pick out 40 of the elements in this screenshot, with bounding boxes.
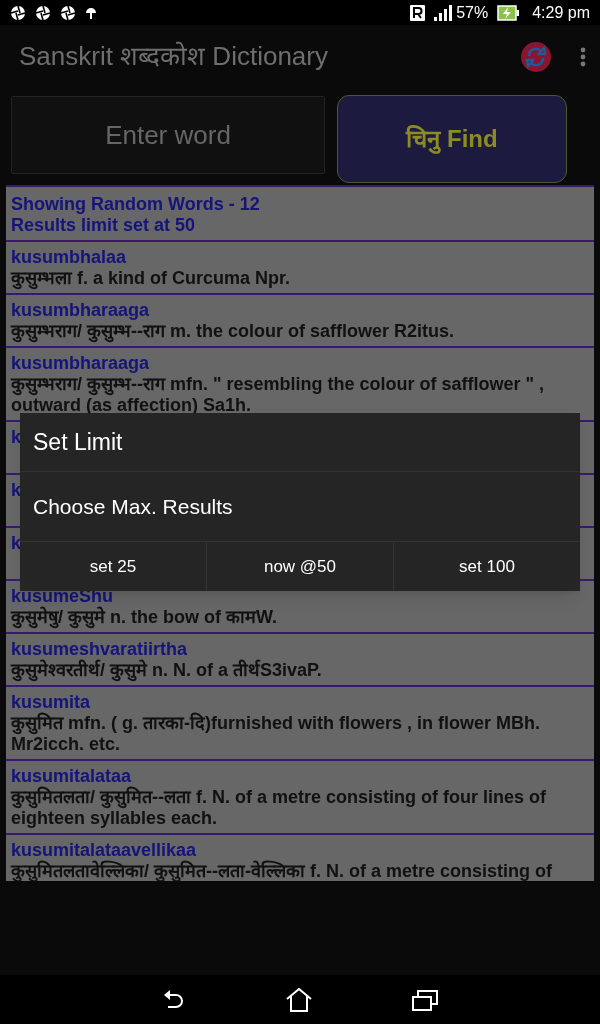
result-definition: कुसुम्भला f. a kind of Curcuma Npr. xyxy=(11,268,291,289)
battery-percent: 57% xyxy=(456,2,489,23)
recent-apps-icon[interactable] xyxy=(412,988,438,1011)
result-definition: कुसुमेश्वरतीर्थ/ कुसुमे n. N. of a तीर्थS3ivaP. xyxy=(11,660,322,681)
find-button[interactable]: चिनु Find xyxy=(337,95,567,183)
dialog-button[interactable]: set 25 xyxy=(20,542,206,591)
word-input-field[interactable]: Enter word xyxy=(11,96,325,174)
result-word[interactable]: kusumita xyxy=(11,692,91,713)
dialog-title: Set Limit xyxy=(33,427,123,457)
result-definition: कुसुमित mfn. ( g. तारका-दि)furnished with flowers , in flower MBh. Mr2icch. etc. xyxy=(11,713,541,755)
result-word[interactable]: kusumbharaaga xyxy=(11,300,150,321)
signal-icon xyxy=(434,4,453,21)
roaming-icon xyxy=(410,4,426,21)
aperture-icon xyxy=(60,4,76,21)
result-word[interactable]: kusumbhalaa xyxy=(11,247,127,268)
back-icon[interactable] xyxy=(162,988,186,1011)
result-definition: कुसुम्भराग/ कुसुम्भ--राग m. the colour of safflower R2itus. xyxy=(11,321,455,342)
result-definition: कुसुमेषु/ कुसुमे n. the bow of कामW. xyxy=(11,607,277,628)
refresh-icon[interactable] xyxy=(520,40,552,73)
result-word[interactable]: k xyxy=(11,480,21,501)
result-word[interactable]: k xyxy=(11,533,21,554)
result-definition: कुसुमितलता/ कुसुमित--लता f. N. of a metre consisting of four lines of eighteen syllables each. xyxy=(11,787,547,829)
dialog-button[interactable]: now @50 xyxy=(206,542,393,591)
home-icon[interactable] xyxy=(286,987,312,1012)
result-word[interactable]: kusumbharaaga xyxy=(11,353,150,374)
result-word[interactable]: kusumitalataavellikaa xyxy=(11,840,197,861)
dialog-message: Choose Max. Results xyxy=(33,493,233,520)
clock-time: 4:29 pm xyxy=(532,2,590,23)
result-word[interactable]: kusumeshvaratiirtha xyxy=(11,639,188,660)
dialog-button[interactable]: set 100 xyxy=(393,542,580,591)
result-definition: कुसुम्भराग/ कुसुम्भ--राग mfn. " resembling the colour of safflower " , outward (as affection) Sa1h. xyxy=(11,374,546,416)
result-word[interactable]: kusumitalataa xyxy=(11,766,132,787)
results-info-text: Showing Random Words - 12 xyxy=(11,194,261,215)
result-word[interactable]: k xyxy=(11,427,21,448)
more-options-icon[interactable] xyxy=(580,46,586,67)
battery-charging-icon xyxy=(497,4,520,21)
app-title: Sanskrit शब्दकोश Dictionary xyxy=(19,40,329,73)
aperture-icon xyxy=(10,4,26,21)
aperture-icon xyxy=(35,4,51,21)
results-info-text: Results limit set at 50 xyxy=(11,215,197,236)
